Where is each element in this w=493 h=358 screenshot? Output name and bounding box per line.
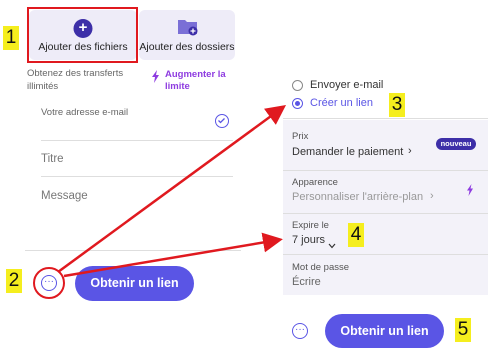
annotation-arrows	[57, 105, 287, 278]
step-label-4: 4	[348, 223, 364, 247]
step-label-2: 2	[6, 269, 22, 293]
step-label-5: 5	[455, 318, 471, 342]
arrow-to-create-link	[57, 105, 287, 274]
step-label-3: 3	[389, 93, 405, 117]
step-label-1: 1	[3, 26, 19, 50]
